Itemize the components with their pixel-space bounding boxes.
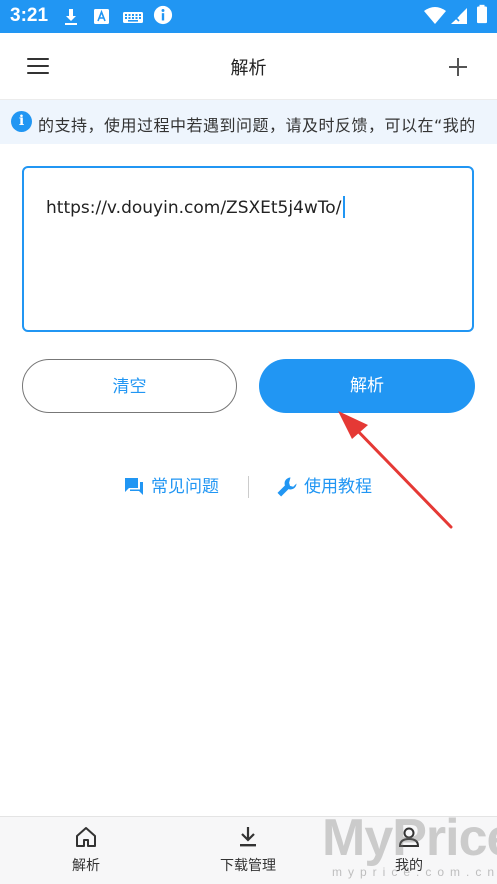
notice-info-icon: i	[11, 111, 32, 132]
nav-item-parse[interactable]: 解析	[26, 817, 146, 884]
home-icon	[76, 827, 96, 847]
red-arrow-annotation	[338, 411, 453, 529]
status-time: 3:21	[10, 5, 49, 26]
wrench-icon	[277, 477, 297, 497]
translate-a-icon	[94, 9, 109, 24]
plus-icon[interactable]	[447, 56, 469, 78]
download-tray-icon	[240, 827, 256, 847]
watermark-domain: myprice.com.cn	[332, 865, 497, 879]
status-bar: 3:21	[0, 0, 497, 33]
chat-bubbles-icon	[125, 478, 143, 495]
info-icon	[153, 5, 173, 25]
notice-bar: i 的支持，使用过程中若遇到问题，请及时反馈，可以在“我的	[0, 100, 497, 144]
url-input-value: https://v.douyin.com/ZSXEt5j4wTo/	[46, 196, 346, 218]
signal-icon	[451, 8, 467, 24]
app-bar: 解析	[0, 33, 497, 100]
tutorial-link[interactable]: 使用教程	[276, 474, 372, 500]
keyboard-icon	[123, 12, 143, 23]
battery-icon	[477, 4, 487, 24]
url-input[interactable]: https://v.douyin.com/ZSXEt5j4wTo/	[22, 166, 474, 332]
faq-label: 常见问题	[151, 477, 219, 497]
watermark-brand: MyPrice	[322, 809, 497, 867]
wifi-icon	[424, 7, 446, 24]
help-links: 常见问题 使用教程	[0, 474, 497, 500]
help-divider	[248, 476, 249, 498]
nav-item-download-manager[interactable]: 下载管理	[188, 817, 308, 884]
page-title: 解析	[230, 58, 267, 79]
nav-label-parse: 解析	[72, 858, 100, 874]
text-caret	[343, 196, 346, 218]
clear-button[interactable]: 清空	[22, 359, 237, 413]
nav-label-download-manager: 下载管理	[220, 858, 276, 874]
faq-link[interactable]: 常见问题	[123, 474, 219, 500]
notice-text: 的支持，使用过程中若遇到问题，请及时反馈，可以在“我的	[38, 116, 476, 135]
download-icon	[65, 9, 77, 25]
tutorial-label: 使用教程	[304, 477, 372, 497]
